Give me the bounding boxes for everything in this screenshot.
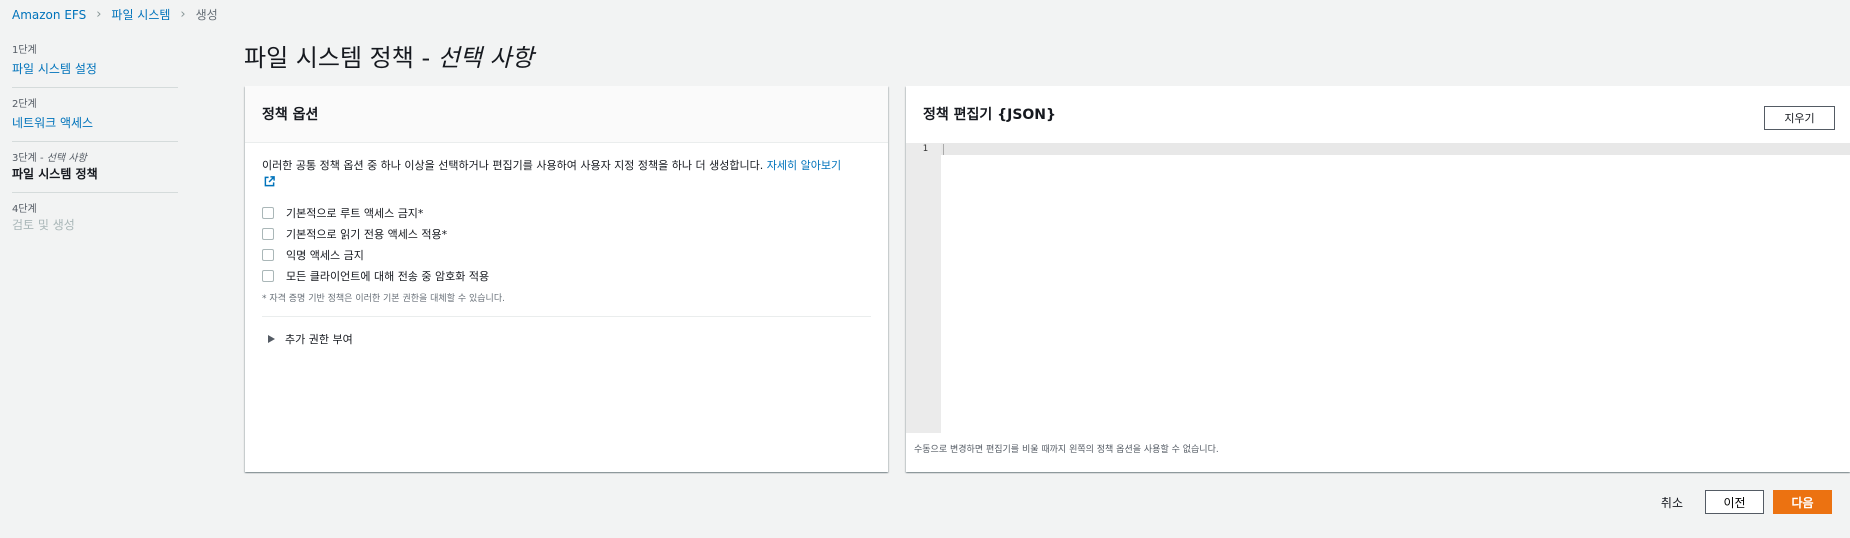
checkbox[interactable]: [262, 269, 274, 282]
step-number-prefix: 3단계 -: [12, 153, 47, 164]
clear-button[interactable]: 지우기: [1764, 106, 1835, 130]
policy-options-panel: 정책 옵션 이러한 공통 정책 옵션 중 하나 이상을 선택하거나 편집기를 사…: [245, 86, 888, 472]
cancel-button[interactable]: 취소: [1661, 494, 1683, 511]
breadcrumb: Amazon EFS › 파일 시스템 › 생성: [12, 6, 218, 23]
checkbox[interactable]: [262, 248, 274, 261]
learn-more-label: 자세히 알아보기: [766, 159, 842, 172]
step-review-and-create: 검토 및 생성: [12, 218, 75, 232]
grant-additional-permissions-expander[interactable]: 추가 권한 부여: [262, 331, 871, 347]
previous-button[interactable]: 이전: [1705, 490, 1764, 514]
policy-footnote: * 자격 증명 기반 정책은 이러한 기본 권한을 대체할 수 있습니다.: [262, 294, 505, 304]
breadcrumb-current: 생성: [195, 8, 218, 22]
wizard-actions: 취소 이전 다음: [1661, 490, 1832, 514]
step-link-network-access[interactable]: 네트워크 액세스: [12, 116, 93, 130]
editor-footer-note: 수동으로 변경하면 편집기를 비울 때까지 왼쪽의 정책 옵션을 사용할 수 없…: [914, 445, 1219, 455]
breadcrumb-amazon-efs[interactable]: Amazon EFS: [12, 8, 86, 22]
description-text: 이러한 공통 정책 옵션 중 하나 이상을 선택하거나 편집기를 사용하여 사용…: [262, 159, 764, 172]
checkbox[interactable]: [262, 206, 274, 219]
active-line-highlight: [941, 143, 1850, 155]
breadcrumb-file-systems[interactable]: 파일 시스템: [111, 6, 170, 23]
checkbox-prevent-root-access[interactable]: 기본적으로 루트 액세스 금지*: [262, 202, 871, 223]
wizard-steps: 1단계 파일 시스템 설정 2단계 네트워크 액세스 3단계 - 선택 사항 파…: [12, 44, 178, 253]
step-2: 2단계 네트워크 액세스: [12, 98, 178, 142]
checkbox-label: 기본적으로 읽기 전용 액세스 적용*: [286, 227, 448, 241]
chevron-right-icon: ›: [96, 7, 102, 22]
policy-options-header: 정책 옵션: [245, 86, 888, 143]
step-optional-label: 선택 사항: [46, 153, 87, 164]
policy-editor-panel: 정책 편집기 {JSON} 지우기 1 수동으로 변경하면 편집기를 비울 때까…: [906, 86, 1850, 472]
step-number: 4단계: [12, 204, 37, 215]
checkbox-label: 모든 클라이언트에 대해 전송 중 암호화 적용: [286, 269, 490, 283]
step-3: 3단계 - 선택 사항 파일 시스템 정책: [12, 152, 178, 193]
chevron-right-icon: ›: [180, 7, 186, 22]
step-number: 2단계: [12, 99, 37, 110]
step-current-file-system-policy: 파일 시스템 정책: [12, 167, 98, 181]
page-title-main: 파일 시스템 정책 -: [244, 44, 438, 72]
page-title-optional: 선택 사항: [437, 44, 534, 72]
policy-options-description: 이러한 공통 정책 옵션 중 하나 이상을 선택하거나 편집기를 사용하여 사용…: [262, 157, 842, 191]
external-link-icon: [264, 176, 275, 187]
checkbox-enforce-read-only[interactable]: 기본적으로 읽기 전용 액세스 적용*: [262, 223, 871, 244]
step-1: 1단계 파일 시스템 설정: [12, 44, 178, 88]
text-cursor: [943, 144, 944, 155]
policy-checkbox-list: 기본적으로 루트 액세스 금지* 기본적으로 읽기 전용 액세스 적용* 익명 …: [262, 202, 871, 286]
json-code-editor[interactable]: 1: [906, 143, 1850, 433]
checkbox-label: 익명 액세스 금지: [286, 248, 364, 262]
checkbox[interactable]: [262, 227, 274, 240]
step-number: 1단계: [12, 45, 37, 56]
page-title: 파일 시스템 정책 - 선택 사항: [244, 38, 534, 73]
line-number: 1: [922, 144, 928, 154]
next-button[interactable]: 다음: [1773, 490, 1832, 514]
caret-right-icon: [268, 335, 275, 343]
checkbox-label: 기본적으로 루트 액세스 금지*: [286, 206, 424, 220]
expander-label: 추가 권한 부여: [285, 333, 353, 346]
checkbox-enforce-in-transit-encryption[interactable]: 모든 클라이언트에 대해 전송 중 암호화 적용: [262, 265, 871, 286]
editor-gutter: [906, 143, 941, 433]
divider: [262, 316, 871, 317]
policy-editor-header: 정책 편집기 {JSON}: [906, 86, 1850, 143]
checkbox-prevent-anonymous-access[interactable]: 익명 액세스 금지: [262, 244, 871, 265]
step-4: 4단계 검토 및 생성: [12, 203, 178, 243]
step-number: 3단계 - 선택 사항: [12, 152, 178, 166]
step-link-file-system-settings[interactable]: 파일 시스템 설정: [12, 62, 97, 76]
